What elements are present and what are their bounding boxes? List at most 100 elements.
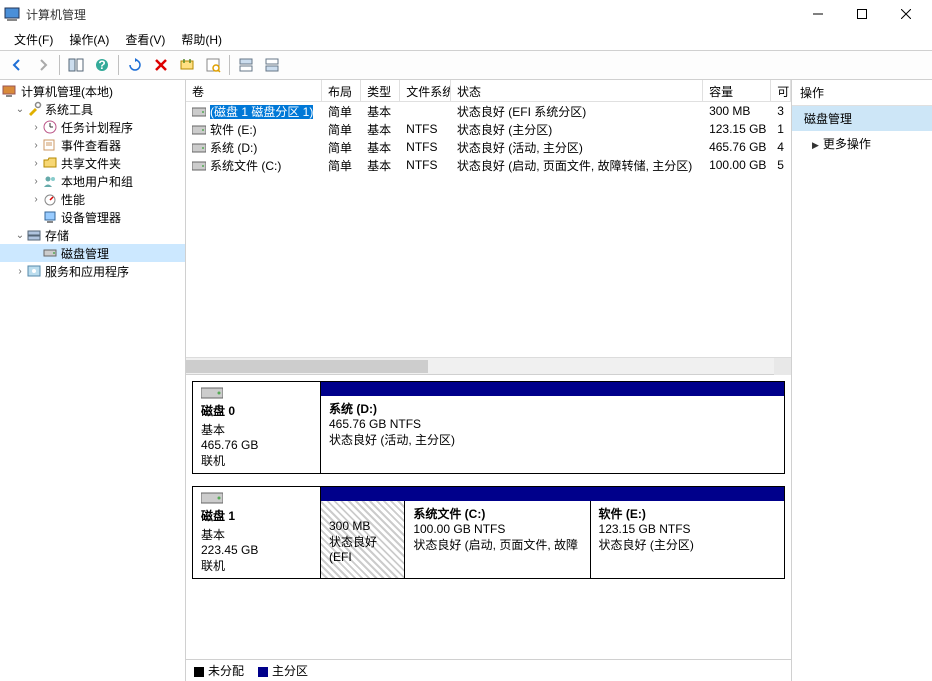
- volume-row[interactable]: 系统 (D:)简单基本NTFS状态良好 (活动, 主分区)465.76 GB4: [186, 138, 791, 156]
- disk-icon: [192, 124, 206, 136]
- volume-row[interactable]: 软件 (E:)简单基本NTFS状态良好 (主分区)123.15 GB1: [186, 120, 791, 138]
- disk-icon: [192, 160, 206, 172]
- col-filesystem[interactable]: 文件系统: [400, 80, 451, 101]
- chevron-right-icon: ▶: [812, 140, 819, 150]
- tree-label: 本地用户和组: [61, 173, 133, 190]
- col-layout[interactable]: 布局: [322, 80, 361, 101]
- disk-icon: [201, 491, 223, 505]
- toolbar-separator: [59, 55, 60, 75]
- help-button[interactable]: ?: [90, 53, 114, 77]
- computer-icon: [2, 83, 18, 99]
- tree-shared-folders[interactable]: › 共享文件夹: [0, 154, 185, 172]
- toolbar-separator: [118, 55, 119, 75]
- tree-label: 计算机管理(本地): [21, 83, 113, 100]
- tree-label: 任务计划程序: [61, 119, 133, 136]
- tree-services-apps[interactable]: › 服务和应用程序: [0, 262, 185, 280]
- legend: 未分配 主分区: [186, 659, 791, 681]
- storage-icon: [26, 227, 42, 243]
- tree-task-scheduler[interactable]: › 任务计划程序: [0, 118, 185, 136]
- col-volume[interactable]: 卷: [186, 80, 322, 101]
- disk-label[interactable]: 磁盘 1基本223.45 GB联机: [193, 487, 321, 578]
- show-hide-tree-button[interactable]: [64, 53, 88, 77]
- event-icon: [42, 137, 58, 153]
- col-free[interactable]: 可: [771, 80, 791, 101]
- services-icon: [26, 263, 42, 279]
- partition[interactable]: 系统文件 (C:)100.00 GB NTFS状态良好 (启动, 页面文件, 故…: [404, 501, 589, 578]
- partition[interactable]: 软件 (E:)123.15 GB NTFS状态良好 (主分区): [590, 501, 784, 578]
- chevron-right-icon[interactable]: ›: [30, 140, 42, 151]
- legend-primary: 主分区: [258, 662, 308, 679]
- tools-icon: [26, 101, 42, 117]
- tree-local-users[interactable]: › 本地用户和组: [0, 172, 185, 190]
- menu-file[interactable]: 文件(F): [6, 29, 61, 50]
- tree-label: 服务和应用程序: [45, 263, 129, 280]
- tree-storage[interactable]: ⌄ 存储: [0, 226, 185, 244]
- tree-label: 共享文件夹: [61, 155, 121, 172]
- disk-block[interactable]: 磁盘 1基本223.45 GB联机 300 MB状态良好 (EFI系统文件 (C…: [192, 486, 785, 579]
- refresh-button[interactable]: [123, 53, 147, 77]
- chevron-right-icon[interactable]: ›: [30, 158, 42, 169]
- view-top-button[interactable]: [234, 53, 258, 77]
- tree-root[interactable]: 计算机管理(本地): [0, 82, 185, 100]
- col-status[interactable]: 状态: [451, 80, 703, 101]
- menubar: 文件(F) 操作(A) 查看(V) 帮助(H): [0, 28, 932, 50]
- tree-event-viewer[interactable]: › 事件查看器: [0, 136, 185, 154]
- tree-system-tools[interactable]: ⌄ 系统工具: [0, 100, 185, 118]
- disk-block[interactable]: 磁盘 0基本465.76 GB联机系统 (D:)465.76 GB NTFS状态…: [192, 381, 785, 474]
- app-icon: [4, 6, 20, 22]
- properties-button[interactable]: [201, 53, 225, 77]
- toolbar: ?: [0, 50, 932, 80]
- rescan-button[interactable]: [175, 53, 199, 77]
- tree-label: 事件查看器: [61, 137, 121, 154]
- chevron-down-icon[interactable]: ⌄: [14, 104, 26, 115]
- device-icon: [42, 209, 58, 225]
- users-icon: [42, 173, 58, 189]
- chevron-down-icon[interactable]: ⌄: [14, 230, 26, 241]
- center-panel: 卷 布局 类型 文件系统 状态 容量 可 (磁盘 1 磁盘分区 1)简单基本状态…: [186, 80, 792, 681]
- tree-label: 设备管理器: [61, 209, 121, 226]
- tree-performance[interactable]: › 性能: [0, 190, 185, 208]
- tree-disk-management[interactable]: 磁盘管理: [0, 244, 185, 262]
- tree-device-manager[interactable]: 设备管理器: [0, 208, 185, 226]
- minimize-button[interactable]: [796, 0, 840, 28]
- tree-label: 性能: [61, 191, 85, 208]
- actions-disk-management[interactable]: 磁盘管理: [792, 106, 932, 131]
- chevron-right-icon[interactable]: ›: [30, 122, 42, 133]
- volume-list-body[interactable]: (磁盘 1 磁盘分区 1)简单基本状态良好 (EFI 系统分区)300 MB3软…: [186, 102, 791, 357]
- col-type[interactable]: 类型: [361, 80, 400, 101]
- menu-help[interactable]: 帮助(H): [173, 29, 230, 50]
- delete-button[interactable]: [149, 53, 173, 77]
- window-title: 计算机管理: [26, 6, 796, 23]
- tree-label: 系统工具: [45, 101, 93, 118]
- volume-row[interactable]: 系统文件 (C:)简单基本NTFS状态良好 (启动, 页面文件, 故障转储, 主…: [186, 156, 791, 174]
- volume-list: 卷 布局 类型 文件系统 状态 容量 可 (磁盘 1 磁盘分区 1)简单基本状态…: [186, 80, 791, 375]
- back-button[interactable]: [5, 53, 29, 77]
- tree-label: 磁盘管理: [61, 245, 109, 262]
- volume-row[interactable]: (磁盘 1 磁盘分区 1)简单基本状态良好 (EFI 系统分区)300 MB3: [186, 102, 791, 120]
- menu-view[interactable]: 查看(V): [117, 29, 173, 50]
- menu-action[interactable]: 操作(A): [61, 29, 117, 50]
- maximize-button[interactable]: [840, 0, 884, 28]
- disk-icon: [192, 106, 206, 118]
- performance-icon: [42, 191, 58, 207]
- partition[interactable]: 300 MB状态良好 (EFI: [321, 501, 404, 578]
- titlebar: 计算机管理: [0, 0, 932, 28]
- col-capacity[interactable]: 容量: [703, 80, 771, 101]
- chevron-right-icon[interactable]: ›: [14, 266, 26, 277]
- clock-icon: [42, 119, 58, 135]
- actions-header: 操作: [792, 80, 932, 106]
- actions-more[interactable]: ▶更多操作: [792, 131, 932, 156]
- actions-panel: 操作 磁盘管理 ▶更多操作: [792, 80, 932, 681]
- partition[interactable]: 系统 (D:)465.76 GB NTFS状态良好 (活动, 主分区): [321, 396, 784, 473]
- disk-icon: [42, 245, 58, 261]
- disk-graphical-view[interactable]: 磁盘 0基本465.76 GB联机系统 (D:)465.76 GB NTFS状态…: [186, 375, 791, 659]
- forward-button[interactable]: [31, 53, 55, 77]
- close-button[interactable]: [884, 0, 928, 28]
- horizontal-scrollbar[interactable]: [186, 357, 791, 374]
- disk-label[interactable]: 磁盘 0基本465.76 GB联机: [193, 382, 321, 473]
- chevron-right-icon[interactable]: ›: [30, 194, 42, 205]
- view-bottom-button[interactable]: [260, 53, 284, 77]
- chevron-right-icon[interactable]: ›: [30, 176, 42, 187]
- disk-icon: [192, 142, 206, 154]
- tree-panel[interactable]: 计算机管理(本地) ⌄ 系统工具 › 任务计划程序 › 事件查看器 › 共享文件…: [0, 80, 186, 681]
